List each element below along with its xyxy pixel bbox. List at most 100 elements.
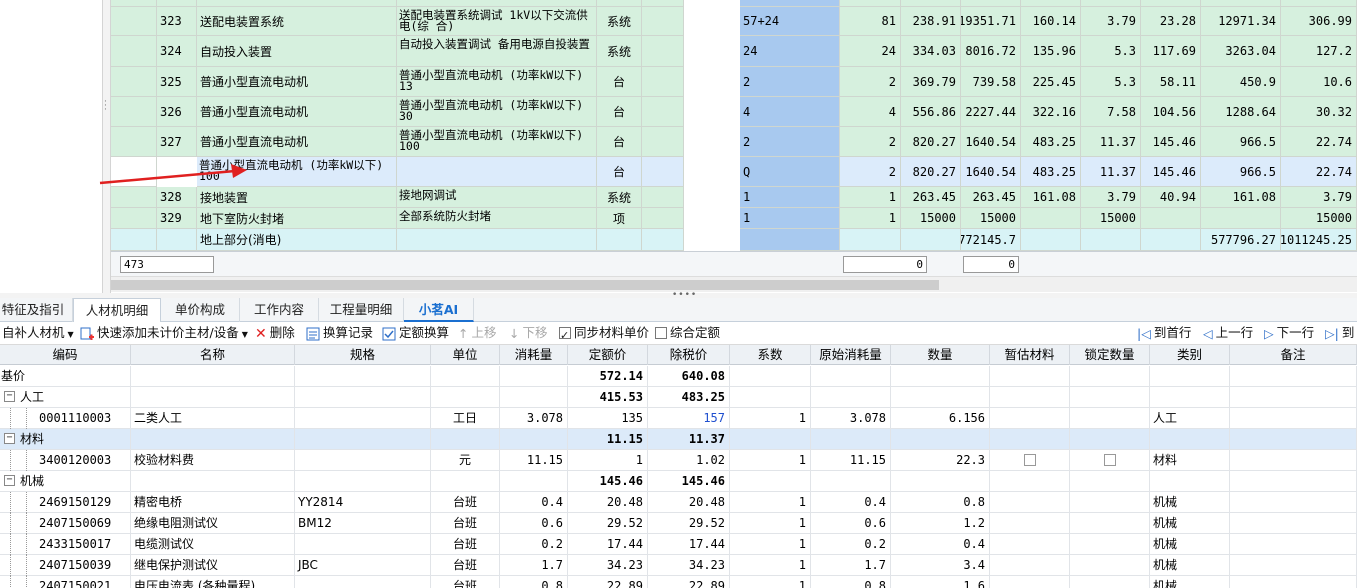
next-row-button[interactable]: ▷ 下一行 — [1264, 322, 1314, 345]
consumption-cell[interactable]: 0.4 — [500, 492, 568, 513]
item-spec-cell[interactable] — [397, 0, 597, 7]
item-spec-cell[interactable] — [397, 229, 597, 251]
material-cost-cell[interactable]: 7.58 — [1081, 97, 1141, 127]
column-header[interactable]: 单位 — [431, 345, 500, 365]
bill-item-row[interactable]: +地上部分(消电)1772145.7577796.271011245.25 — [111, 229, 1357, 251]
consumption-cell[interactable]: 11.15 — [500, 450, 568, 471]
item-name-cell[interactable]: 接地装置 — [197, 187, 397, 208]
material-cost-cell[interactable] — [1081, 229, 1141, 251]
delete-button[interactable]: ✕ 删除 — [255, 322, 295, 345]
prev-row-button[interactable]: ◁ 上一行 — [1203, 322, 1253, 345]
sum-cell[interactable] — [1201, 208, 1281, 229]
original-consumption-cell[interactable]: 0.8 — [811, 576, 891, 588]
quantity-cell[interactable] — [840, 0, 901, 7]
other-cost-cell[interactable]: 30.32 — [1281, 97, 1357, 127]
tax-excluded-price-cell[interactable]: 20.48 — [648, 492, 730, 513]
lock-quantity-cell[interactable] — [1070, 534, 1150, 555]
item-name-cell[interactable] — [197, 0, 397, 7]
total-price-cell[interactable]: 1640.54 — [961, 127, 1021, 157]
bill-item-row[interactable]: +326普通小型直流电动机普通小型直流电动机 (功率kW以下) 30台44556… — [111, 97, 1357, 127]
estimate-material-cell[interactable] — [990, 387, 1070, 408]
quantity-cell[interactable]: 1 — [840, 208, 901, 229]
name-cell[interactable] — [131, 387, 295, 408]
estimate-material-cell[interactable] — [990, 555, 1070, 576]
column-header[interactable]: 锁定数量 — [1070, 345, 1150, 365]
sum-cell[interactable]: 577796.27 — [1201, 229, 1281, 251]
labor-cost-cell[interactable]: 161.08 — [1021, 187, 1081, 208]
resource-row[interactable]: 2407150021 电压电流表 (各种量程) 台班 0.8 22.89 22.89 1 0.… — [0, 576, 1357, 588]
unit-price-cell[interactable]: 369.79 — [901, 67, 961, 97]
column-header[interactable]: 类别 — [1150, 345, 1230, 365]
quantity-cell[interactable]: 1 — [840, 187, 901, 208]
other-cost-cell[interactable]: 127.2 — [1281, 36, 1357, 67]
item-name-cell[interactable]: 普通小型直流电动机 — [197, 97, 397, 127]
item-code-cell[interactable]: 325 — [157, 67, 197, 97]
coefficient-cell[interactable]: 1 — [730, 513, 811, 534]
other-cost-cell[interactable]: 10.6 — [1281, 67, 1357, 97]
unit-cell[interactable] — [431, 366, 500, 387]
quantity-expression-cell[interactable]: 4 — [740, 97, 840, 127]
tab-labor-material-machine[interactable]: 人材机明细 — [73, 298, 161, 323]
code-cell[interactable]: − 机械 — [0, 471, 131, 492]
resource-row[interactable]: 2407150039 继电保护测试仪 JBC 台班 1.7 34.23 34.23 1 1.7 3… — [0, 555, 1357, 576]
lock-quantity-cell[interactable] — [1070, 387, 1150, 408]
category-cell[interactable]: 机械 — [1150, 555, 1230, 576]
add-material-button[interactable]: 自补人材机 ▼ — [2, 322, 74, 345]
machine-cost-cell[interactable]: 104.56 — [1141, 97, 1201, 127]
column-header[interactable]: 定额价 — [568, 345, 648, 365]
unit-cell[interactable] — [431, 387, 500, 408]
quantity-expression-cell[interactable]: 57+24 — [740, 7, 840, 36]
resource-row[interactable]: 2407150069 绝缘电阻测试仪 BM12 台班 0.6 29.52 29.52 1 0.6… — [0, 513, 1357, 534]
coefficient-cell[interactable]: 1 — [730, 555, 811, 576]
material-cost-cell[interactable] — [1081, 0, 1141, 7]
column-header[interactable]: 消耗量 — [500, 345, 568, 365]
tab-features[interactable]: 特征及指引 — [0, 298, 73, 322]
total-price-cell[interactable]: 15000 — [961, 208, 1021, 229]
column-header[interactable]: 原始消耗量 — [811, 345, 891, 365]
column-header[interactable]: 编码 — [0, 345, 131, 365]
move-down-button[interactable]: ↓ 下移 — [509, 322, 548, 345]
lock-quantity-cell[interactable] — [1070, 429, 1150, 450]
sum-cell[interactable]: 450.9 — [1201, 67, 1281, 97]
quantity-expression-cell[interactable]: 1 — [740, 187, 840, 208]
item-code-cell[interactable]: 328 — [157, 187, 197, 208]
unit-price-cell[interactable]: 238.91 — [901, 7, 961, 36]
name-cell[interactable]: 电压电流表 (各种量程) — [131, 576, 295, 588]
item-unit-cell[interactable]: 台 — [597, 127, 642, 157]
unit-price-cell[interactable]: 820.27 — [901, 157, 961, 187]
other-cost-cell[interactable]: 15000 — [1281, 208, 1357, 229]
quota-convert-button[interactable]: 定额换算 — [382, 322, 449, 345]
quota-price-cell[interactable]: 572.14 — [568, 366, 648, 387]
labor-cost-cell[interactable]: 225.45 — [1021, 67, 1081, 97]
category-cell[interactable]: 材料 — [1150, 450, 1230, 471]
vertical-splitter[interactable]: · · · — [103, 0, 111, 293]
column-header[interactable]: 暂估材料 — [990, 345, 1070, 365]
original-consumption-cell[interactable]: 0.2 — [811, 534, 891, 555]
quota-price-cell[interactable]: 145.46 — [568, 471, 648, 492]
bill-item-row[interactable]: +329地下室防火封堵全部系统防火封堵项11150001500015000150… — [111, 208, 1357, 229]
lock-quantity-cell[interactable] — [1070, 576, 1150, 588]
amount-cell[interactable] — [891, 366, 990, 387]
lock-quantity-cell[interactable] — [1070, 366, 1150, 387]
quick-add-button[interactable]: 快速添加未计价主材/设备 ▼ — [80, 322, 248, 345]
coefficient-cell[interactable]: 1 — [730, 408, 811, 429]
consumption-cell[interactable]: 0.2 — [500, 534, 568, 555]
item-unit-cell[interactable] — [597, 0, 642, 7]
group-row[interactable]: − 人工 415.53 483.25 — [0, 387, 1357, 408]
spec-cell[interactable] — [295, 576, 431, 588]
tab-ai-assistant[interactable]: 小茗AI — [404, 298, 474, 322]
quota-price-cell[interactable]: 11.15 — [568, 429, 648, 450]
unit-price-cell[interactable]: 263.45 — [901, 187, 961, 208]
coefficient-cell[interactable] — [730, 387, 811, 408]
quantity-cell[interactable]: 4 — [840, 97, 901, 127]
labor-cost-cell[interactable]: 135.96 — [1021, 36, 1081, 67]
estimate-material-cell[interactable] — [990, 576, 1070, 588]
lock-quantity-cell[interactable] — [1070, 450, 1150, 471]
quantity-cell[interactable]: 2 — [840, 67, 901, 97]
bill-item-row[interactable]: +324自动投入装置自动投入装置调试 备用电源自投装置系统2424334.038… — [111, 36, 1357, 67]
quantity-expression-cell[interactable]: 2 — [740, 127, 840, 157]
convert-log-button[interactable]: 换算记录 — [306, 322, 373, 345]
unit-cell[interactable]: 台班 — [431, 513, 500, 534]
lock-quantity-cell[interactable] — [1070, 555, 1150, 576]
unit-cell[interactable]: 工日 — [431, 408, 500, 429]
